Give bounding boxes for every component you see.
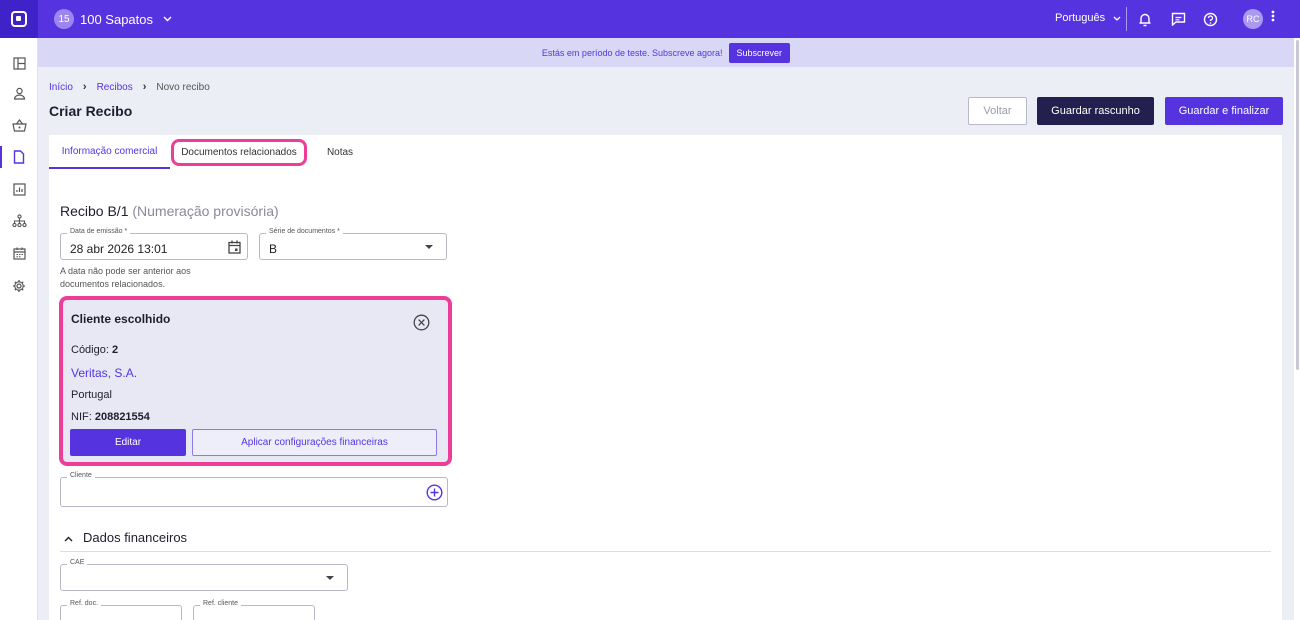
close-circle-icon[interactable] xyxy=(413,314,430,334)
client-nif-value: 208821554 xyxy=(94,411,150,423)
chevron-down-icon xyxy=(1113,12,1121,24)
document-series-value: B xyxy=(269,242,278,256)
save-finalize-button[interactable]: Guardar e finalizar xyxy=(1165,97,1283,125)
ref-doc-field[interactable]: Ref. doc. xyxy=(60,600,182,620)
avatar[interactable]: RC xyxy=(1243,9,1263,29)
ref-doc-label: Ref. doc. xyxy=(67,600,102,607)
bell-icon[interactable] xyxy=(1136,10,1154,28)
documents-icon[interactable] xyxy=(0,142,38,172)
issue-date-value: 28 abr 2026 13:01 xyxy=(70,242,168,256)
calendar-icon[interactable] xyxy=(0,238,38,268)
chevron-down-icon xyxy=(163,14,172,24)
client-country: Portugal xyxy=(71,389,112,401)
tab-related-documents-label: Documentos relacionados xyxy=(171,138,307,166)
tab-commercial-info[interactable]: Informação comercial xyxy=(49,135,170,169)
client-field[interactable]: Cliente xyxy=(60,472,448,507)
sales-basket-icon[interactable] xyxy=(0,110,38,140)
sidebar xyxy=(0,38,38,620)
client-field-label: Cliente xyxy=(67,472,95,479)
back-button[interactable]: Voltar xyxy=(968,97,1027,125)
client-name-link[interactable]: Veritas, S.A. xyxy=(71,366,137,380)
scrollbar-thumb[interactable] xyxy=(1296,40,1299,370)
selected-client-title: Cliente escolhido xyxy=(71,312,171,326)
cae-label: CAE xyxy=(67,559,88,566)
breadcrumb-home[interactable]: Início xyxy=(49,82,73,93)
app-logo-icon[interactable] xyxy=(0,0,38,38)
client-code: Código: 2 xyxy=(71,344,118,356)
trial-banner-text: Estás em período de teste. Subscreve ago… xyxy=(541,47,723,58)
tab-related-documents[interactable]: Documentos relacionados xyxy=(170,135,308,169)
company-badge: 15 xyxy=(54,9,74,29)
document-series-label: Série de documentos * xyxy=(266,228,343,235)
dashboard-icon[interactable] xyxy=(0,48,38,78)
chevron-right-icon: › xyxy=(142,81,147,93)
financial-section-title: Dados financeiros xyxy=(83,530,188,545)
main-card: Informação comercial Documentos relacion… xyxy=(49,135,1282,620)
issue-date-label: Data de emissão * xyxy=(67,228,131,235)
receipt-provisional-label: (Numeração provisória) xyxy=(132,203,279,219)
subscribe-button[interactable]: Subscrever xyxy=(728,42,791,63)
contacts-icon[interactable] xyxy=(0,78,38,108)
company-name: 100 Sapatos xyxy=(80,11,154,27)
issue-date-hint: A data não pode ser anterior aos documen… xyxy=(60,266,191,289)
message-icon[interactable] xyxy=(1169,10,1187,28)
receipt-number: Recibo B/1 xyxy=(60,203,129,219)
divider xyxy=(1126,7,1127,31)
help-icon[interactable] xyxy=(1201,10,1219,28)
ref-client-label: Ref. cliente xyxy=(200,600,242,607)
tab-notes[interactable]: Notas xyxy=(317,135,363,169)
language-selector[interactable]: Português xyxy=(1055,12,1121,24)
client-nif: NIF: 208821554 xyxy=(71,411,150,423)
issue-date-field[interactable]: Data de emissão * 28 abr 2026 13:01 xyxy=(60,228,248,260)
settings-icon[interactable] xyxy=(0,271,38,301)
client-code-value: 2 xyxy=(111,344,119,356)
financial-section-toggle[interactable]: Dados financeiros xyxy=(64,530,187,545)
language-label: Português xyxy=(1055,12,1106,24)
caret-down-icon xyxy=(326,576,334,580)
apply-financial-settings-button[interactable]: Aplicar configurações financeiras xyxy=(192,429,437,456)
breadcrumb: Início › Recibos › Novo recibo xyxy=(49,81,210,93)
tabs: Informação comercial Documentos relacion… xyxy=(49,135,1282,169)
client-code-label: Código: xyxy=(71,344,109,356)
more-vert-icon[interactable] xyxy=(1271,9,1275,26)
trial-banner: Estás em período de teste. Subscreve ago… xyxy=(38,38,1294,67)
top-bar: 15 100 Sapatos Português RC xyxy=(0,0,1300,38)
document-series-select[interactable]: Série de documentos * B xyxy=(259,228,447,260)
company-selector[interactable]: 15 100 Sapatos xyxy=(54,9,172,29)
reports-icon[interactable] xyxy=(0,174,38,204)
caret-down-icon xyxy=(425,245,433,249)
cae-select[interactable]: CAE xyxy=(60,559,348,591)
client-nif-label: NIF: xyxy=(71,411,92,423)
receipt-number-title: Recibo B/1 (Numeração provisória) xyxy=(60,203,279,219)
divider xyxy=(60,551,1271,552)
selected-client-card: Cliente escolhido Código: 2 Veritas, S.A… xyxy=(59,296,452,466)
chevron-right-icon: › xyxy=(82,81,87,93)
breadcrumb-receipts[interactable]: Recibos xyxy=(97,82,133,93)
add-circle-icon[interactable] xyxy=(426,484,443,504)
structure-icon[interactable] xyxy=(0,206,38,236)
save-draft-button[interactable]: Guardar rascunho xyxy=(1037,97,1154,125)
page-title: Criar Recibo xyxy=(49,103,133,119)
breadcrumb-current: Novo recibo xyxy=(156,81,210,93)
chevron-up-icon xyxy=(64,530,73,545)
edit-client-button[interactable]: Editar xyxy=(70,429,186,456)
ref-client-field[interactable]: Ref. cliente xyxy=(193,600,315,620)
calendar-icon[interactable] xyxy=(228,240,241,257)
